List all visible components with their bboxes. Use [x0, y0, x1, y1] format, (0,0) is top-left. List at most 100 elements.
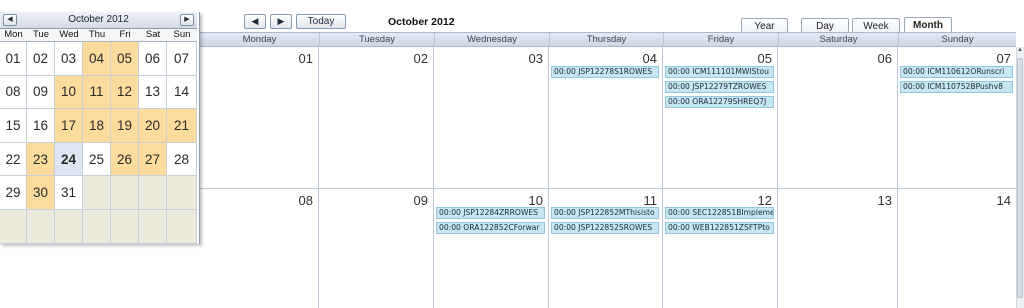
mini-day[interactable]: 27: [139, 142, 167, 177]
view-day-button[interactable]: Day: [801, 18, 849, 33]
mini-day-empty: [139, 176, 167, 210]
calendar-event[interactable]: 00:00 ICM111101MWIStou: [665, 66, 774, 78]
mini-dow-label: Sat: [145, 29, 161, 40]
mini-day[interactable]: 29: [0, 176, 27, 210]
mini-day[interactable]: 30: [27, 176, 55, 210]
mini-calendar: October 2012 ◀ ▶ Mon Tue Wed Thu Fri Sat…: [0, 12, 200, 244]
next-month-button[interactable]: ▶: [270, 14, 292, 29]
mini-day[interactable]: 16: [27, 109, 55, 143]
day-cell[interactable]: 12 00:00 SEC122851BImpleme 00:00 WEB1228…: [663, 189, 778, 308]
mini-day-empty: [55, 209, 83, 244]
day-cell[interactable]: 06: [778, 47, 898, 188]
weekday-wednesday: Wednesday: [434, 33, 549, 47]
mini-day[interactable]: 21: [167, 109, 197, 143]
mini-day-empty: [167, 209, 197, 244]
mini-day[interactable]: 19: [111, 109, 139, 143]
weekday-sunday: Sunday: [898, 33, 1016, 47]
mini-prev-month-button[interactable]: ◀: [3, 14, 17, 26]
mini-day[interactable]: 18: [83, 109, 111, 143]
prev-month-button[interactable]: ◀: [244, 14, 266, 29]
weekday-thursday: Thursday: [549, 33, 663, 47]
day-number: 03: [528, 51, 543, 66]
weekday-header: Monday Tuesday Wednesday Thursday Friday…: [200, 32, 1016, 47]
calendar-event[interactable]: 00:00 ICM110752BPushv8: [900, 81, 1013, 93]
day-number: 01: [298, 51, 313, 66]
mini-day[interactable]: 23: [27, 142, 55, 177]
day-cell[interactable]: 10 00:00 JSP12284ZRROWES 00:00 ORA122852…: [434, 189, 549, 308]
mini-day-empty: [27, 209, 55, 244]
mini-day[interactable]: 11: [83, 75, 111, 110]
mini-day-today[interactable]: 24: [55, 142, 83, 177]
mini-dow-label: Tue: [32, 29, 50, 40]
mini-day[interactable]: 07: [167, 42, 197, 76]
weekday-saturday: Saturday: [778, 33, 898, 47]
day-cell[interactable]: 02: [319, 47, 434, 188]
calendar-event[interactable]: 00:00 WEB122851ZSFTPto: [665, 222, 774, 234]
day-number: 13: [877, 193, 892, 208]
mini-day[interactable]: 22: [0, 142, 27, 177]
scrollbar-thumb[interactable]: [1017, 58, 1023, 298]
mini-day[interactable]: 20: [139, 109, 167, 143]
calendar-event[interactable]: 00:00 JSP122852MThisisto: [551, 207, 659, 219]
weekday-monday: Monday: [242, 34, 277, 45]
mini-calendar-grid: 01 02 03 04 05 06 07 08 09 10 11 12 13 14 15 16 17 18 19 20…: [0, 42, 197, 244]
mini-day[interactable]: 13: [139, 75, 167, 110]
calendar-event[interactable]: 00:00 ORA122852CForwar: [436, 222, 545, 234]
day-cell[interactable]: 13: [778, 189, 898, 308]
mini-day-empty: [0, 209, 27, 244]
mini-calendar-title: October 2012: [68, 14, 129, 25]
calendar-event[interactable]: 00:00 JSP12278S1ROWES: [551, 66, 659, 78]
day-number: 08: [298, 193, 313, 208]
mini-day-empty: [111, 209, 139, 244]
mini-day-empty: [83, 176, 111, 210]
day-number: 09: [413, 193, 428, 208]
mini-day[interactable]: 28: [167, 142, 197, 177]
mini-day[interactable]: 09: [27, 75, 55, 110]
view-week-button[interactable]: Week: [852, 18, 900, 33]
day-number: 04: [642, 51, 657, 66]
day-cell[interactable]: 01: [200, 47, 319, 188]
calendar-event[interactable]: 00:00 JSP12284ZRROWES: [436, 207, 545, 219]
mini-day[interactable]: 14: [167, 75, 197, 110]
view-month-button[interactable]: Month: [904, 17, 952, 33]
view-year-button[interactable]: Year: [741, 18, 788, 33]
mini-day[interactable]: 31: [55, 176, 83, 210]
mini-day-empty: [83, 209, 111, 244]
mini-day[interactable]: 01: [0, 42, 27, 76]
mini-day[interactable]: 06: [139, 42, 167, 76]
calendar-event[interactable]: 00:00 ICM110612ORunscri: [900, 66, 1013, 78]
day-cell[interactable]: 08: [200, 189, 319, 308]
mini-day[interactable]: 17: [55, 109, 83, 143]
mini-weekday-row: Mon Tue Wed Thu Fri Sat Sun: [0, 29, 197, 42]
day-cell[interactable]: 14: [898, 189, 1016, 308]
mini-day[interactable]: 02: [27, 42, 55, 76]
calendar-event[interactable]: 00:00 JSP122852SROWES: [551, 222, 659, 234]
day-cell[interactable]: 09: [319, 189, 434, 308]
day-cell[interactable]: 11 00:00 JSP122852MThisisto 00:00 JSP122…: [549, 189, 663, 308]
mini-dow-label: Mon: [4, 29, 23, 40]
day-number: 14: [996, 193, 1011, 208]
mini-day[interactable]: 10: [55, 75, 83, 110]
scroll-up-icon[interactable]: ▲: [1016, 47, 1024, 56]
mini-day[interactable]: 15: [0, 109, 27, 143]
mini-day[interactable]: 08: [0, 75, 27, 110]
mini-day[interactable]: 04: [83, 42, 111, 76]
day-cell[interactable]: 03: [434, 47, 549, 188]
weekday-friday: Friday: [663, 33, 778, 47]
mini-day[interactable]: 05: [111, 42, 139, 76]
day-number: 02: [413, 51, 428, 66]
day-cell[interactable]: 05 00:00 ICM111101MWIStou 00:00 JSP12279…: [663, 47, 778, 188]
calendar-event[interactable]: 00:00 SEC122851BImpleme: [665, 207, 774, 219]
mini-day[interactable]: 12: [111, 75, 139, 110]
mini-day[interactable]: 26: [111, 142, 139, 177]
calendar-event[interactable]: 00:00 JSP12279TZROWES: [665, 81, 774, 93]
calendar-event[interactable]: 00:00 ORA12279SHREQ7J: [665, 96, 774, 108]
mini-day[interactable]: 25: [83, 142, 111, 177]
today-button[interactable]: Today: [296, 14, 346, 29]
mini-day[interactable]: 03: [55, 42, 83, 76]
mini-next-month-button[interactable]: ▶: [180, 14, 194, 26]
day-cell[interactable]: 04 00:00 JSP12278S1ROWES: [549, 47, 663, 188]
day-number: 06: [877, 51, 892, 66]
day-cell[interactable]: 07 00:00 ICM110612ORunscri 00:00 ICM1107…: [898, 47, 1016, 188]
mini-dow-label: Sun: [173, 29, 191, 40]
